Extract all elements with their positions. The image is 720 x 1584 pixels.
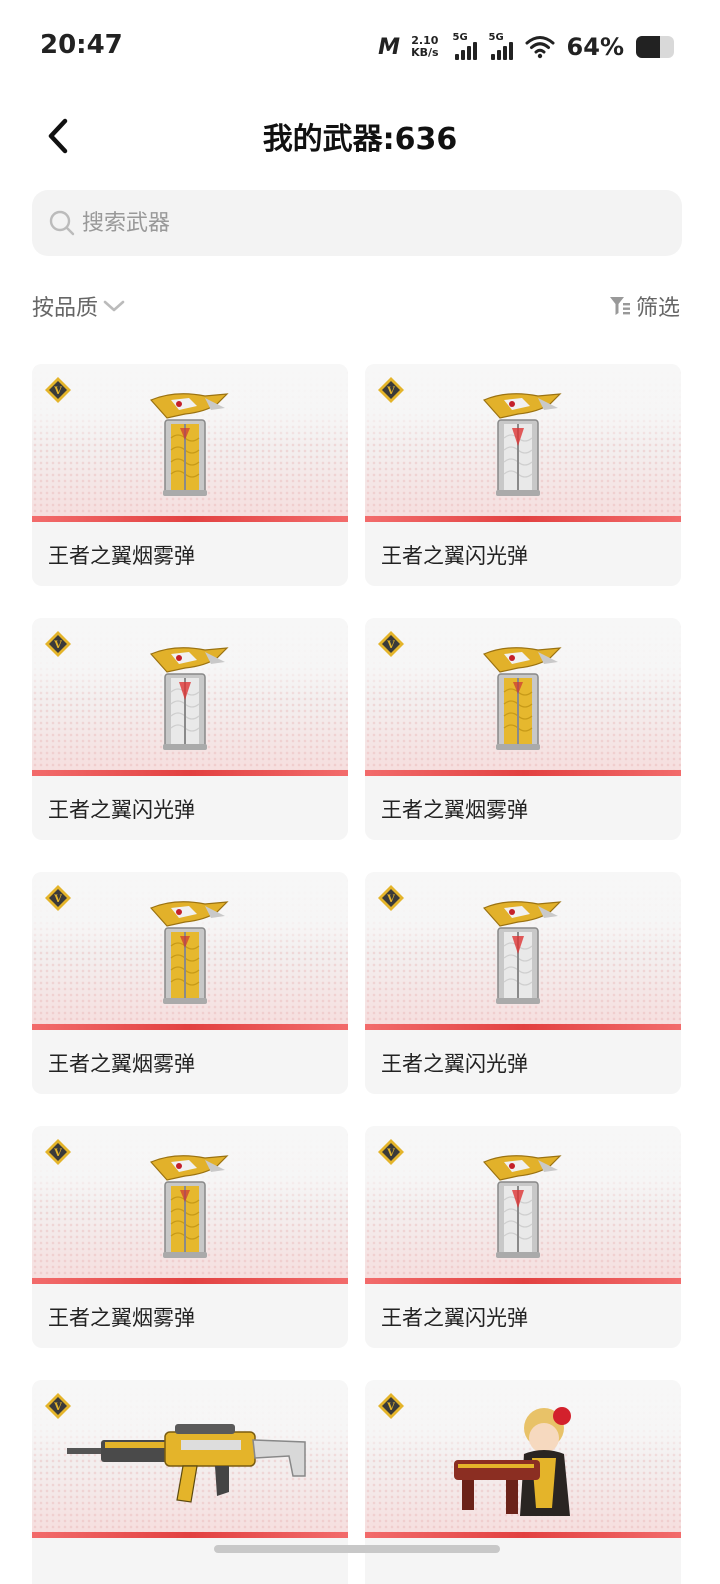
- svg-text:V: V: [386, 640, 395, 651]
- quality-badge-icon: V: [377, 1392, 405, 1420]
- svg-text:V: V: [53, 386, 62, 397]
- quality-badge-icon: V: [377, 884, 405, 912]
- svg-text:V: V: [386, 1402, 395, 1413]
- weapon-card[interactable]: V 王者之翼闪光弹: [365, 364, 681, 586]
- weapon-image: V: [365, 618, 681, 776]
- weapon-image: V: [365, 364, 681, 522]
- weapon-grid: V 王者之翼烟雾弹 V 王者之翼闪光弹 V 王者之翼闪光弹 V 王者之翼烟雾弹 …: [32, 364, 682, 1584]
- svg-text:V: V: [53, 1402, 62, 1413]
- weapon-card[interactable]: V 王者之翼烟雾弹: [32, 364, 348, 586]
- weapon-image: V: [32, 872, 348, 1030]
- quality-badge-icon: V: [377, 630, 405, 658]
- weapon-image: V: [365, 1126, 681, 1284]
- weapon-card[interactable]: V: [365, 1380, 681, 1584]
- page-title: 我的武器:636: [262, 122, 458, 157]
- item-art: [478, 390, 568, 504]
- svg-text:V: V: [386, 386, 395, 397]
- home-indicator[interactable]: [214, 1545, 500, 1553]
- status-icons: M 2.10 KB/s 5G 5G 64%: [378, 30, 674, 64]
- quality-badge-icon: V: [44, 1392, 72, 1420]
- quality-badge-icon: V: [377, 376, 405, 404]
- status-bar: 20:47 M 2.10 KB/s 5G 5G 64%: [0, 0, 720, 96]
- item-art: [145, 644, 235, 758]
- weapon-card[interactable]: V: [32, 1380, 348, 1584]
- chevron-down-icon: [103, 300, 125, 312]
- filter-icon: [609, 297, 630, 315]
- weapon-image: V: [32, 364, 348, 522]
- item-art: [145, 1152, 235, 1266]
- rifle-icon: [67, 1424, 306, 1503]
- item-art: [448, 1406, 598, 1532]
- character-icon: [454, 1407, 571, 1516]
- item-art: [65, 1406, 315, 1516]
- weapon-card[interactable]: V 王者之翼闪光弹: [365, 872, 681, 1094]
- flash-grenade-icon: [482, 1155, 562, 1258]
- network-speed-unit: KB/s: [411, 46, 439, 59]
- network-speed: 2.10 KB/s: [411, 35, 438, 59]
- wifi-icon: [525, 36, 555, 59]
- svg-text:V: V: [53, 640, 62, 651]
- battery-icon: [636, 36, 674, 58]
- smoke-grenade-icon: [149, 393, 229, 496]
- filter-button[interactable]: 筛选: [608, 290, 680, 322]
- quality-badge-icon: V: [377, 1138, 405, 1166]
- weapon-card[interactable]: V 王者之翼闪光弹: [32, 618, 348, 840]
- flash-grenade-icon: [482, 393, 562, 496]
- weapon-image: V: [365, 1380, 681, 1538]
- battery-percent: 64%: [566, 33, 624, 61]
- search-icon: [49, 210, 75, 236]
- weapon-image: V: [32, 618, 348, 776]
- quality-badge-icon: V: [44, 630, 72, 658]
- quality-badge-icon: V: [44, 376, 72, 404]
- weapon-name: 王者之翼闪光弹: [48, 798, 195, 822]
- flash-grenade-icon: [149, 647, 229, 750]
- filter-label: 筛选: [635, 296, 680, 321]
- item-art: [145, 898, 235, 1012]
- item-art: [145, 390, 235, 504]
- sort-dropdown[interactable]: 按品质: [32, 290, 126, 322]
- quality-badge-icon: V: [44, 1138, 72, 1166]
- weapon-name: 王者之翼烟雾弹: [48, 1306, 195, 1330]
- weapon-name: 王者之翼闪光弹: [381, 544, 528, 568]
- weapon-name: 王者之翼烟雾弹: [381, 798, 528, 822]
- weapon-image: V: [365, 872, 681, 1030]
- carrier-logo-icon: M: [378, 34, 400, 60]
- quality-badge-icon: V: [44, 884, 72, 912]
- svg-text:V: V: [386, 1148, 395, 1159]
- svg-text:V: V: [53, 1148, 62, 1159]
- search-input[interactable]: [82, 210, 642, 236]
- nav-bar: 我的武器:636: [0, 96, 720, 176]
- signal-sim1-icon: 5G: [453, 32, 481, 62]
- weapon-card[interactable]: V 王者之翼烟雾弹: [365, 618, 681, 840]
- weapon-image: V: [32, 1126, 348, 1284]
- signal-sim2-icon: 5G: [489, 32, 517, 62]
- weapon-card[interactable]: V 王者之翼闪光弹: [365, 1126, 681, 1348]
- weapon-name: 王者之翼烟雾弹: [48, 544, 195, 568]
- sort-label: 按品质: [32, 296, 99, 321]
- item-art: [478, 898, 568, 1012]
- weapon-card[interactable]: V 王者之翼烟雾弹: [32, 872, 348, 1094]
- item-art: [478, 644, 568, 758]
- weapon-card[interactable]: V 王者之翼烟雾弹: [32, 1126, 348, 1348]
- weapon-name: 王者之翼闪光弹: [381, 1052, 528, 1076]
- svg-text:V: V: [386, 894, 395, 905]
- weapon-name: 王者之翼烟雾弹: [48, 1052, 195, 1076]
- status-time: 20:47: [40, 30, 123, 60]
- smoke-grenade-icon: [149, 901, 229, 1004]
- weapon-name: 王者之翼闪光弹: [381, 1306, 528, 1330]
- item-art: [478, 1152, 568, 1266]
- search-bar[interactable]: [32, 190, 682, 256]
- svg-text:V: V: [53, 894, 62, 905]
- smoke-grenade-icon: [482, 647, 562, 750]
- weapon-image: V: [32, 1380, 348, 1538]
- smoke-grenade-icon: [149, 1155, 229, 1258]
- flash-grenade-icon: [482, 901, 562, 1004]
